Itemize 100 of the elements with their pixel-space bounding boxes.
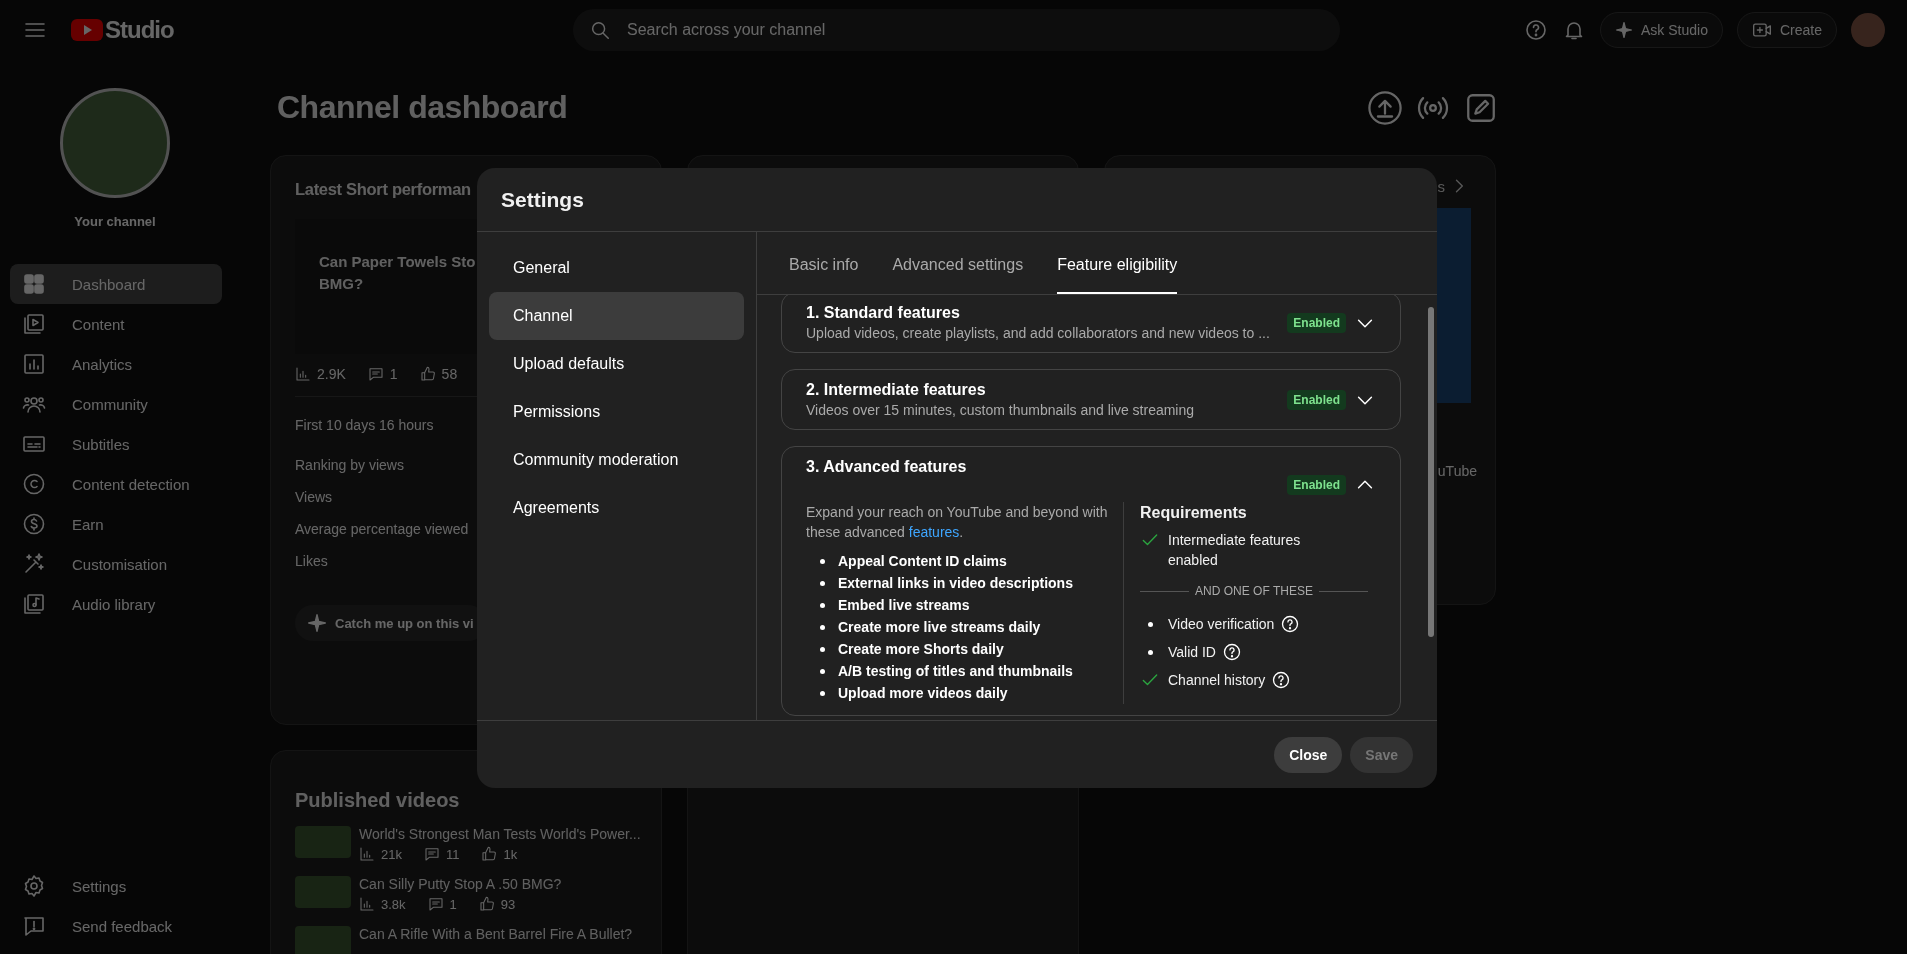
requirements-heading: Requirements xyxy=(1140,504,1248,522)
create-button[interactable]: Create xyxy=(1736,12,1837,48)
tab[interactable]: Advanced settings xyxy=(892,256,1024,294)
bar-chart-icon xyxy=(22,352,46,376)
video-title[interactable]: World's Strongest Man Tests World's Power... xyxy=(359,826,641,842)
dollar-icon xyxy=(22,512,46,536)
magic-wand-icon xyxy=(22,552,46,576)
feature-item: Create more Shorts daily xyxy=(838,640,1004,658)
settings-nav-item[interactable]: Agreements xyxy=(489,484,744,532)
stat-value: 2.9K xyxy=(317,366,346,382)
bullet-icon xyxy=(820,690,825,696)
requirement-label: Video verification xyxy=(1168,615,1275,634)
status-badge: Enabled xyxy=(1287,389,1346,410)
stat-value: 11 xyxy=(445,846,460,862)
sidebar-item[interactable]: Analytics xyxy=(10,344,222,384)
bar-chart-icon xyxy=(295,366,311,382)
thumbs-up-icon xyxy=(478,896,495,912)
tab[interactable]: Feature eligibility xyxy=(1057,256,1178,294)
bullet-icon xyxy=(820,624,825,630)
comment-icon xyxy=(367,366,384,382)
video-title[interactable]: Can A Rifle With a Bent Barrel Fire A Bullet? xyxy=(359,926,633,942)
feature-item: External links in video descriptions xyxy=(838,574,1073,592)
close-button[interactable]: Close xyxy=(1274,736,1343,773)
sidebar-item[interactable]: Earn xyxy=(10,504,222,544)
help-icon[interactable] xyxy=(1271,670,1292,690)
upload-icon[interactable] xyxy=(1368,90,1402,125)
settings-nav-item[interactable]: Upload defaults xyxy=(489,340,744,388)
search-field[interactable]: Search across your channel xyxy=(573,9,1340,51)
bullet-icon xyxy=(820,602,825,608)
feature-item: A/B testing of titles and thumbnails xyxy=(838,662,1073,680)
stat-value: 1k xyxy=(503,846,518,862)
status-badge: Enabled xyxy=(1287,475,1346,495)
help-icon[interactable] xyxy=(1222,642,1242,662)
stat-value: 1 xyxy=(389,366,398,382)
play-logo-icon xyxy=(71,19,103,41)
feature-description: Videos over 15 minutes, custom thumbnails and live streaming xyxy=(806,402,1195,418)
dialog-title: Settings xyxy=(477,168,1437,232)
requirement-label: Intermediate features enabled xyxy=(1168,531,1302,570)
sidebar-item[interactable]: Send feedback xyxy=(10,906,222,946)
bullet-icon xyxy=(820,580,825,586)
video-title: Can Paper Towels Sto BMG? xyxy=(319,252,476,294)
ask-studio-button[interactable]: Ask Studio xyxy=(1600,12,1723,48)
settings-nav-item[interactable]: Channel xyxy=(489,292,744,340)
thumbs-up-icon xyxy=(481,846,498,862)
bar-chart-icon xyxy=(359,846,375,862)
settings-icon xyxy=(22,874,46,898)
sidebar-item[interactable]: Content xyxy=(10,304,222,344)
video-thumbnail xyxy=(295,876,351,908)
feature-title: 3. Advanced features xyxy=(806,458,967,476)
metric-label: Views xyxy=(295,489,333,507)
comment-icon xyxy=(427,896,444,912)
copyright-icon xyxy=(22,472,46,496)
period-label: First 10 days 16 hours xyxy=(295,417,434,433)
requirement-label: Valid ID xyxy=(1168,643,1216,662)
search-icon xyxy=(589,19,611,41)
settings-nav-item[interactable]: Community moderation xyxy=(489,436,744,484)
channel-label: Your channel xyxy=(74,214,156,229)
card-text: uTube xyxy=(1437,463,1477,479)
stat-value: 93 xyxy=(500,896,516,912)
feature-item: Appeal Content ID claims xyxy=(838,552,1007,570)
sparkle-icon xyxy=(307,613,327,633)
bar-chart-icon xyxy=(359,896,375,912)
tab[interactable]: Basic info xyxy=(789,256,859,294)
page-title: Channel dashboard xyxy=(277,89,568,126)
logo-text[interactable]: Studio xyxy=(105,16,174,44)
bullet-icon xyxy=(820,558,825,564)
stat-value: 1 xyxy=(449,896,457,912)
dashboard-icon xyxy=(22,272,46,296)
sidebar-item[interactable]: Settings xyxy=(10,866,222,906)
link-text[interactable]: s xyxy=(1437,177,1445,195)
settings-nav-item[interactable]: Permissions xyxy=(489,388,744,436)
video-title[interactable]: Can Silly Putty Stop A .50 BMG? xyxy=(359,876,562,892)
feature-item: Upload more videos daily xyxy=(838,684,1008,702)
sidebar-item[interactable]: Dashboard xyxy=(10,264,222,304)
stat-value: 58 xyxy=(441,366,458,382)
settings-nav-item[interactable]: General xyxy=(489,244,744,292)
status-badge: Enabled xyxy=(1287,312,1346,333)
feature-description: Expand your reach on YouTube and beyond with these advanced features. xyxy=(806,503,1109,542)
sidebar-item[interactable]: Customisation xyxy=(10,544,222,584)
feature-item: Create more live streams daily xyxy=(838,618,1041,636)
sidebar-item[interactable]: Content detection xyxy=(10,464,222,504)
separator-label: AND ONE OF THESE xyxy=(1195,584,1313,598)
card-title: Latest Short performan xyxy=(295,180,472,199)
feature-title: 1. Standard features xyxy=(806,304,961,322)
bullet-icon xyxy=(820,668,825,674)
sparkle-icon xyxy=(1615,21,1634,39)
video-thumbnail xyxy=(295,926,351,954)
feature-item: Embed live streams xyxy=(838,596,970,614)
card-title: Published videos xyxy=(295,789,461,812)
stat-value: 3.8k xyxy=(381,896,406,912)
video-stack-icon xyxy=(22,312,46,336)
bullet-icon xyxy=(820,646,825,652)
metric-label: Average percentage viewed xyxy=(295,521,469,539)
feature-title: 2. Intermediate features xyxy=(806,381,987,399)
help-icon[interactable] xyxy=(1280,614,1301,634)
sidebar-item[interactable]: Audio library xyxy=(10,584,222,624)
comment-icon xyxy=(423,846,440,862)
sidebar-item[interactable]: Community xyxy=(10,384,222,424)
sidebar-item[interactable]: Subtitles xyxy=(10,424,222,464)
feature-description: Upload videos, create playlists, and add collaborators and new videos to ... xyxy=(806,325,1270,341)
